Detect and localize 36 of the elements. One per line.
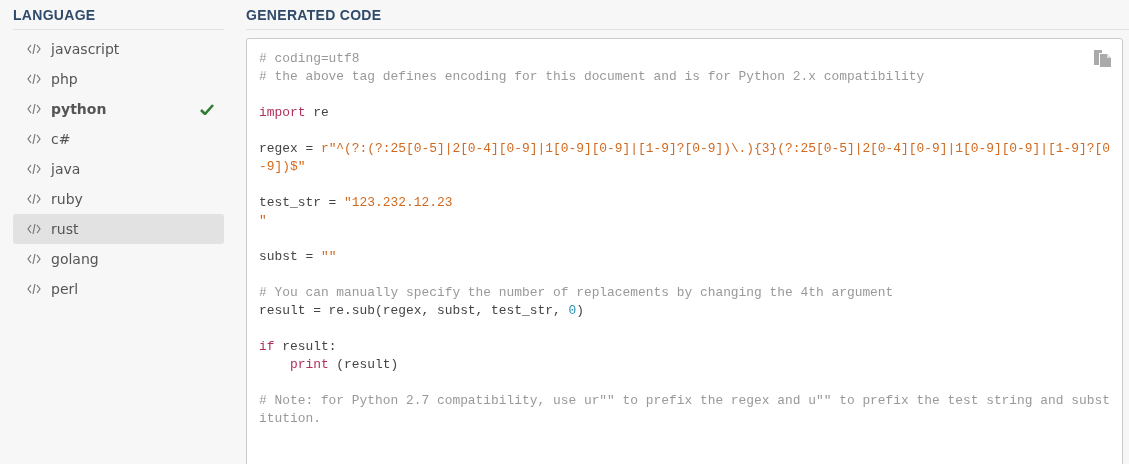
code-line: # the above tag defines encoding for this document and is for Python 2.x compatibility [259,68,925,86]
code-line: # Note: for Python 2.7 compatibility, use ur"" to prefix the regex and u"" to prefix the test string and subst [259,392,1110,410]
code-line: itution. [259,410,321,428]
language-item[interactable]: perl [13,274,224,304]
code-line: if result: [259,338,337,356]
section-heading: LANGUAGE [13,4,224,30]
code-icon [27,103,41,115]
code-icon [27,163,41,175]
check-icon [200,103,214,115]
code-line: subst = "" [259,248,337,266]
language-item[interactable]: python [13,94,224,124]
code-icon [27,193,41,205]
code-line: # coding=utf8 [259,50,360,68]
code-icon [27,223,41,235]
code-line: test_str = "123.232.12.23 [259,194,453,212]
code-icon [27,283,41,295]
language-item[interactable]: ruby [13,184,224,214]
code-line: # You can manually specify the number of replacements by changing the 4th argument [259,284,894,302]
language-item[interactable]: php [13,64,224,94]
code-line: regex = r"^(?:(?:25[0-5]|2[0-4][0-9]|1[0-9][0-9]|[1-9]?[0-9])\.){3}(?:25[0-5]|2[0-4][0-9]|1[0-9][0-9]|[1-9]?[0 [259,140,1110,158]
language-item[interactable]: java [13,154,224,184]
language-item[interactable]: golang [13,244,224,274]
copy-button[interactable] [1092,49,1112,68]
code-line: import re [259,104,329,122]
language-item[interactable]: javascript [13,34,224,64]
section-heading: GENERATED CODE [246,4,1129,30]
code-line: result = re.sub(regex, subst, test_str, 0) [259,302,584,320]
code-icon [27,253,41,265]
code-line: -9])$" [259,158,306,176]
code-icon [27,73,41,85]
code-line: print (result) [289,356,399,374]
code-line: " [259,212,267,230]
code-icon [27,43,41,55]
language-item[interactable]: c# [13,124,224,154]
language-item[interactable]: rust [13,214,224,244]
code-icon [27,133,41,145]
